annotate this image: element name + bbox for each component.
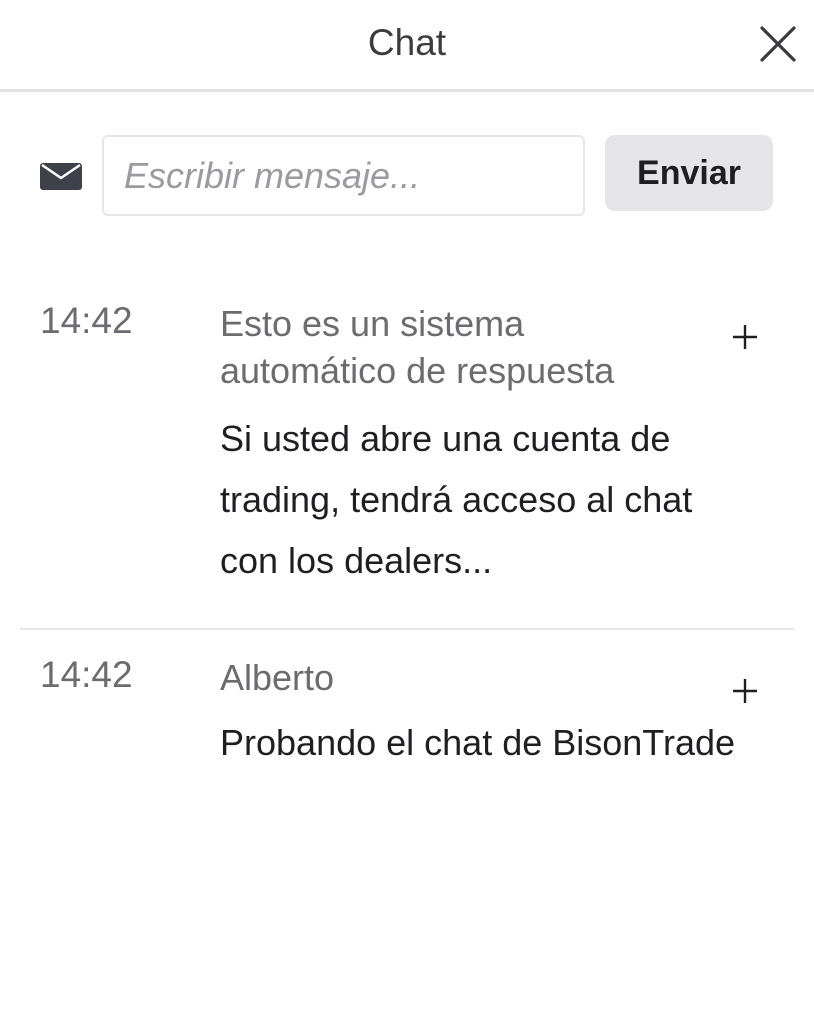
plus-icon: [733, 679, 757, 703]
message-sender: Esto es un sistema automático de respues…: [220, 303, 615, 391]
message-time: 14:42: [40, 300, 133, 341]
page-title: Chat: [367, 22, 447, 63]
message-input[interactable]: [102, 135, 585, 216]
mail-icon: [40, 163, 82, 190]
close-button[interactable]: [758, 24, 798, 64]
plus-icon: [733, 325, 757, 349]
message-text: Probando el chat de BisonTrade: [220, 722, 736, 763]
close-icon: [760, 26, 796, 62]
compose-bar: Enviar: [0, 134, 814, 218]
message-divider: [20, 628, 794, 630]
message-sender: Alberto: [220, 657, 335, 698]
chat-header: Chat: [0, 0, 814, 92]
expand-message-button[interactable]: [730, 322, 760, 352]
send-button[interactable]: Enviar: [605, 135, 773, 211]
message-time: 14:42: [40, 654, 133, 695]
message-text: Si usted abre una cuenta de trading, ten…: [220, 418, 693, 581]
expand-message-button[interactable]: [730, 676, 760, 706]
